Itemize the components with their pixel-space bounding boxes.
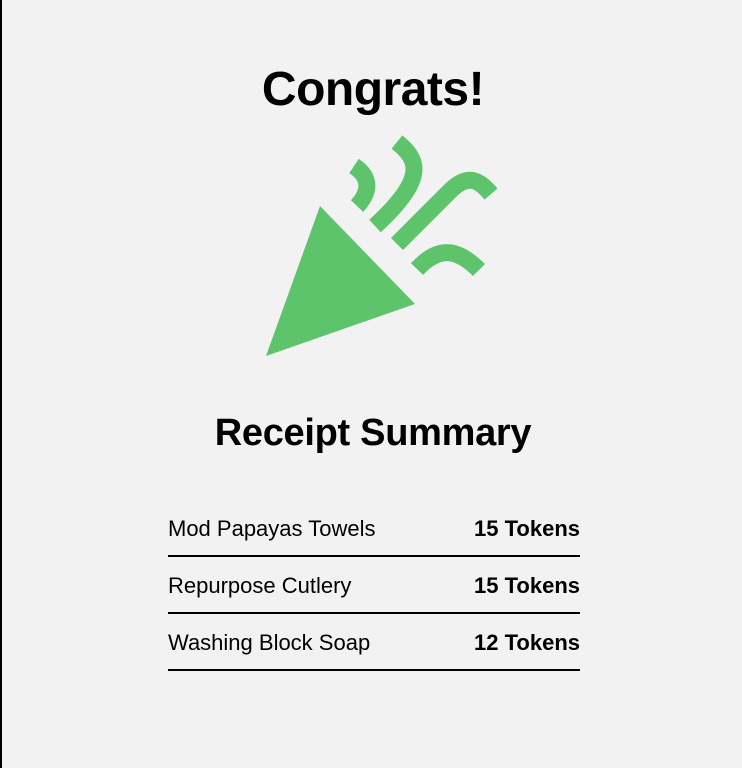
page-title: Congrats! — [261, 63, 485, 116]
party-popper-icon — [266, 135, 498, 356]
receipt-item-name: Repurpose Cutlery — [168, 573, 352, 598]
receipt-item-name: Mod Papayas Towels — [168, 516, 376, 541]
receipt-item-cost: 12 Tokens — [474, 630, 580, 655]
receipt-row: Mod Papayas Towels 15 Tokens — [168, 500, 580, 557]
receipt-row: Washing Block Soap 12 Tokens — [168, 614, 580, 671]
receipt-item-cost: 15 Tokens — [474, 516, 580, 541]
receipt-list: Mod Papayas Towels 15 Tokens Repurpose C… — [168, 500, 580, 671]
receipt-item-cost: 15 Tokens — [474, 573, 580, 598]
popper-cone — [266, 206, 415, 356]
receipt-row: Repurpose Cutlery 15 Tokens — [168, 557, 580, 614]
receipt-item-name: Washing Block Soap — [168, 630, 371, 655]
receipt-summary-heading: Receipt Summary — [214, 412, 532, 454]
